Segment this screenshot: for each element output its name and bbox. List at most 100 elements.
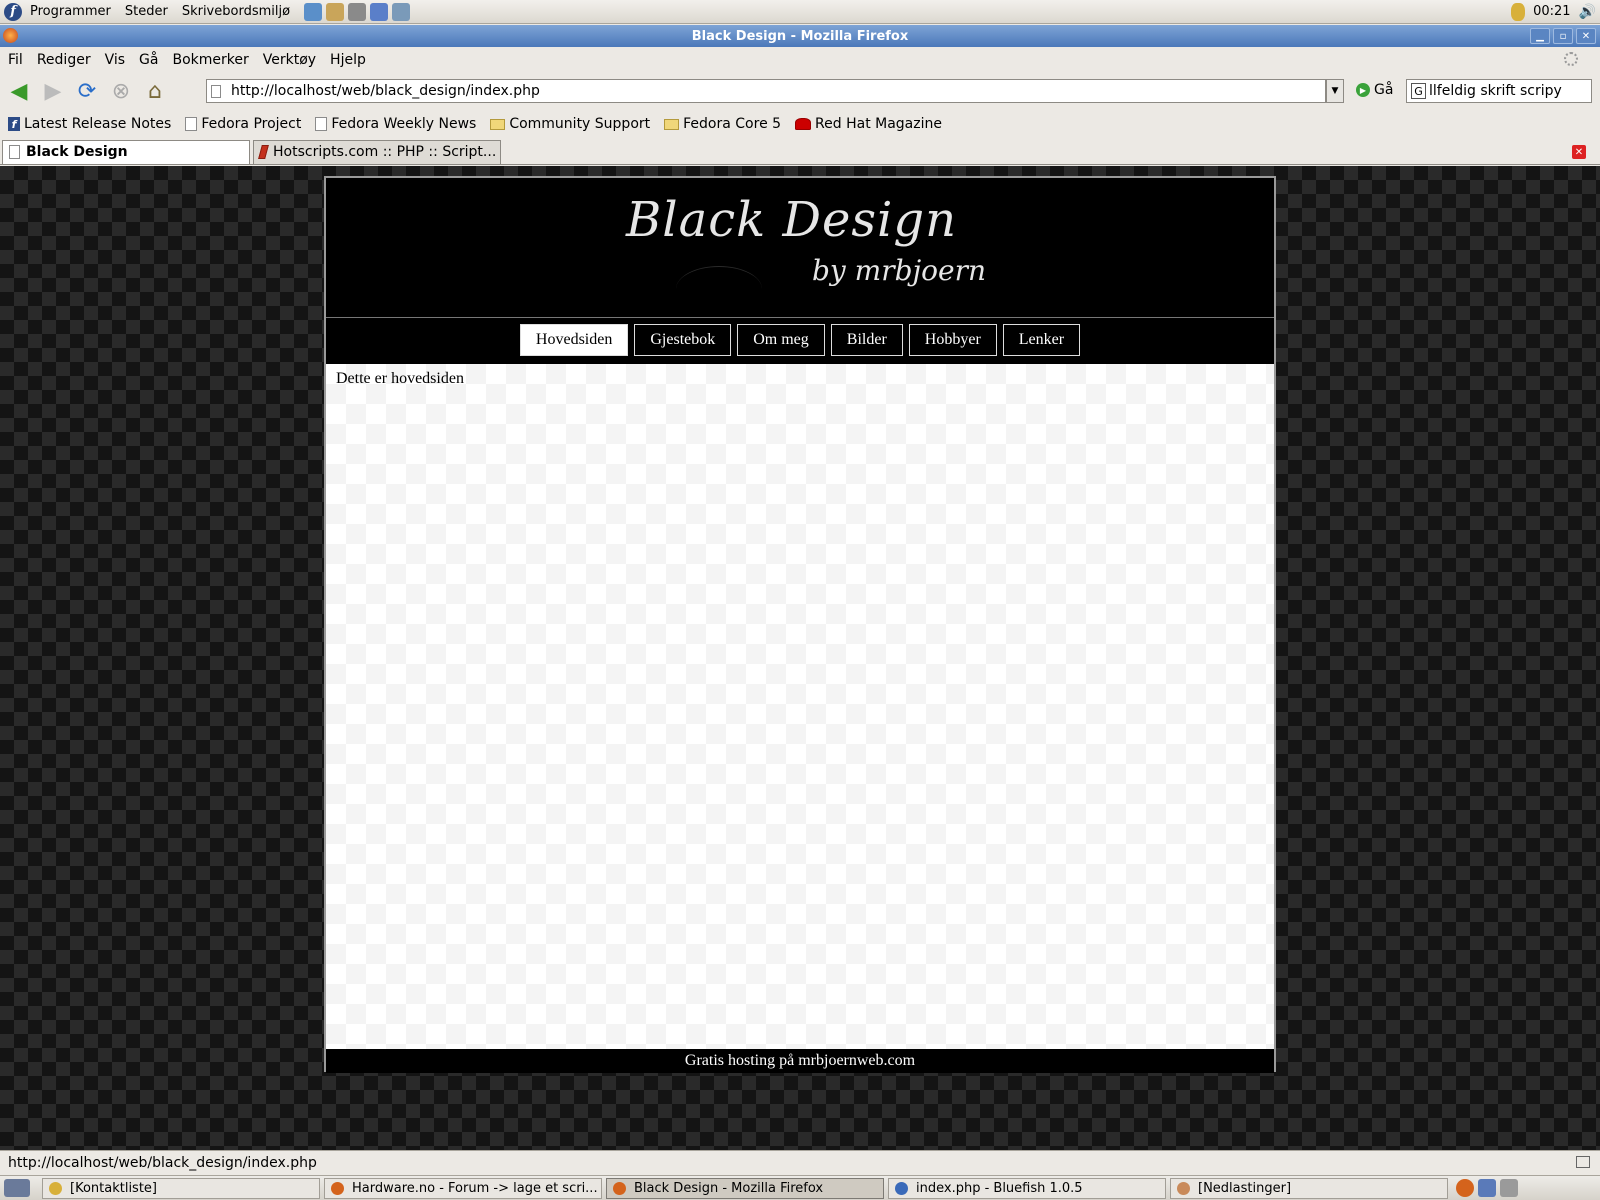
tab-label: Hotscripts.com :: PHP :: Script... [273, 144, 497, 160]
mail-launcher-icon[interactable] [326, 2, 345, 21]
site-footer: Gratis hosting på mrbjoernweb.com [326, 1049, 1274, 1073]
firefox-window-icon[interactable] [3, 28, 18, 43]
taskbar: [Kontaktliste] Hardware.no - Forum -> la… [0, 1175, 1600, 1200]
navigation-toolbar: ◀ ▶ ⟳ ⊗ ⌂ http://localhost/web/black_des… [0, 73, 1600, 109]
menu-bokmerker[interactable]: Bokmerker [172, 52, 248, 68]
volume-icon[interactable]: 🔊 [1579, 4, 1596, 20]
menu-fil[interactable]: Fil [8, 52, 23, 68]
url-input[interactable]: http://localhost/web/black_design/index.… [206, 79, 1326, 103]
task-kontaktliste[interactable]: [Kontaktliste] [42, 1177, 320, 1199]
task-black-design-firefox[interactable]: Black Design - Mozilla Firefox [606, 1177, 884, 1199]
back-arrow-icon[interactable]: ◀ [6, 78, 32, 104]
close-tab-icon[interactable]: ✕ [1572, 145, 1586, 159]
task-label: index.php - Bluefish 1.0.5 [916, 1180, 1083, 1196]
panel-clock[interactable]: 00:21 [1533, 4, 1570, 19]
firefox-icon [331, 1181, 344, 1195]
page-icon [211, 84, 221, 98]
tab-hotscripts[interactable]: Hotscripts.com :: PHP :: Script... [253, 139, 501, 164]
bookmark-fedora-project[interactable]: Fedora Project [185, 116, 301, 132]
hotscripts-icon [258, 145, 269, 159]
presentation-launcher-icon[interactable] [370, 2, 389, 21]
firefox-icon [613, 1181, 626, 1195]
site-header: Black Design by mrbjoern [326, 178, 1274, 318]
bookmark-label: Latest Release Notes [24, 116, 172, 132]
task-hardware-forum[interactable]: Hardware.no - Forum -> lage et scri... [324, 1177, 602, 1199]
window-title: Black Design - Mozilla Firefox [691, 28, 909, 44]
reload-icon[interactable]: ⟳ [74, 78, 100, 104]
bookmarks-toolbar: f Latest Release Notes Fedora Project Fe… [0, 110, 1600, 138]
bookmark-label: Fedora Project [201, 116, 302, 132]
site-body: Dette er hovedsiden [326, 364, 1274, 1049]
menu-ga[interactable]: Gå [139, 52, 158, 68]
url-history-dropdown[interactable]: ▼ [1326, 79, 1344, 103]
nav-lenker[interactable]: Lenker [1002, 324, 1081, 356]
bookmark-latest-release-notes[interactable]: f Latest Release Notes [8, 116, 171, 132]
close-window-button[interactable]: ✕ [1576, 28, 1596, 44]
forward-arrow-icon[interactable]: ▶ [40, 78, 66, 104]
nav-om-meg[interactable]: Om meg [737, 324, 825, 356]
home-icon[interactable]: ⌂ [142, 78, 168, 104]
go-label: Gå [1374, 82, 1394, 98]
task-label: [Kontaktliste] [70, 1180, 157, 1196]
redhat-icon [795, 118, 812, 130]
site-nav: Hovedsiden Gjestebok Om meg Bilder Hobby… [326, 324, 1274, 360]
bookmark-community-support[interactable]: Community Support [490, 116, 650, 132]
search-input[interactable]: G llfeldig skrift scripy [1406, 79, 1592, 103]
nav-gjestebok[interactable]: Gjestebok [634, 324, 732, 356]
search-text: llfeldig skrift scripy [1429, 83, 1562, 99]
url-text: http://localhost/web/black_design/index.… [231, 83, 540, 99]
panel-menu-steder[interactable]: Steder [125, 4, 168, 19]
menu-vis[interactable]: Vis [105, 52, 125, 68]
page-icon [315, 117, 328, 131]
update-notifier-icon[interactable] [1511, 2, 1526, 21]
task-label: [Nedlastinger] [1198, 1180, 1292, 1196]
throbber-icon [1564, 52, 1578, 66]
menu-hjelp[interactable]: Hjelp [330, 52, 366, 68]
go-icon: ▶ [1356, 83, 1370, 97]
nav-bilder[interactable]: Bilder [830, 324, 903, 356]
site-container: Black Design by mrbjoern Hovedsiden Gjes… [324, 176, 1276, 1073]
bookmark-fedora-core-5[interactable]: Fedora Core 5 [664, 116, 781, 132]
go-button[interactable]: ▶ Gå [1356, 82, 1393, 98]
gaim-icon [49, 1181, 62, 1195]
stop-icon[interactable]: ⊗ [108, 78, 134, 104]
maximize-button[interactable]: ▫ [1553, 28, 1573, 44]
workspace-switcher-icon[interactable] [1478, 1179, 1496, 1197]
task-bluefish[interactable]: index.php - Bluefish 1.0.5 [888, 1177, 1166, 1199]
fedora-logo-icon[interactable]: f [4, 2, 22, 21]
header-decoration [676, 266, 762, 312]
firefox-tray-icon[interactable] [1456, 1179, 1474, 1197]
google-search-icon[interactable]: G [1411, 83, 1426, 99]
web-browser-launcher-icon[interactable] [304, 2, 323, 21]
minimize-button[interactable]: ▁ [1530, 28, 1550, 44]
tab-label: Black Design [26, 144, 128, 160]
footer-text: Gratis hosting på mrbjoernweb.com [684, 1052, 916, 1069]
body-text: Dette er hovedsiden [336, 370, 464, 387]
gnome-top-panel: f Programmer Steder Skrivebordsmiljø 00:… [0, 0, 1600, 24]
menu-rediger[interactable]: Rediger [37, 52, 91, 68]
bookmark-label: Red Hat Magazine [815, 116, 942, 132]
nav-hovedsiden[interactable]: Hovedsiden [519, 324, 629, 356]
spreadsheet-launcher-icon[interactable] [392, 2, 411, 21]
nav-hobbyer[interactable]: Hobbyer [908, 324, 997, 356]
panel-menu-programmer[interactable]: Programmer [30, 4, 111, 19]
bookmark-fedora-weekly-news[interactable]: Fedora Weekly News [315, 116, 476, 132]
folder-icon [490, 118, 506, 130]
panel-menu-skrivebordsmiljo[interactable]: Skrivebordsmiljø [182, 4, 290, 19]
folder-icon [664, 118, 680, 130]
menu-bar: Fil Rediger Vis Gå Bokmerker Verktøy Hje… [0, 48, 1600, 72]
writer-launcher-icon[interactable] [348, 2, 367, 21]
window-title-bar[interactable]: Black Design - Mozilla Firefox ▁ ▫ ✕ [0, 25, 1600, 47]
trash-icon[interactable] [1500, 1179, 1518, 1197]
connection-status-icon [1576, 1156, 1590, 1168]
menu-verktoy[interactable]: Verktøy [263, 52, 316, 68]
tab-black-design[interactable]: Black Design [2, 139, 250, 164]
bookmark-red-hat-magazine[interactable]: Red Hat Magazine [795, 116, 942, 132]
bookmark-label: Community Support [509, 116, 651, 132]
site-subtitle: by mrbjoern [812, 254, 987, 287]
task-nedlastinger[interactable]: [Nedlastinger] [1170, 1177, 1448, 1199]
page-icon [185, 117, 198, 131]
show-desktop-icon[interactable] [4, 1179, 30, 1197]
task-label: Hardware.no - Forum -> lage et scri... [352, 1180, 598, 1196]
page-icon [9, 145, 20, 159]
